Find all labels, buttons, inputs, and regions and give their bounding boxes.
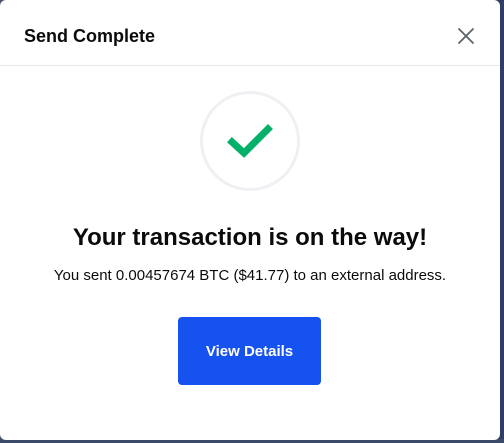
modal-title: Send Complete	[24, 26, 156, 46]
success-badge	[200, 91, 300, 191]
close-button[interactable]	[454, 24, 478, 48]
send-complete-modal: Send Complete Your transaction is on the…	[0, 0, 500, 440]
close-icon	[456, 26, 476, 46]
modal-header: Send Complete	[0, 0, 500, 66]
checkmark-icon	[227, 118, 273, 164]
transaction-summary: You sent 0.00457674 BTC ($41.77) to an e…	[53, 267, 447, 284]
confirmation-headline: Your transaction is on the way!	[72, 224, 428, 251]
view-details-button[interactable]: View Details	[178, 317, 321, 385]
